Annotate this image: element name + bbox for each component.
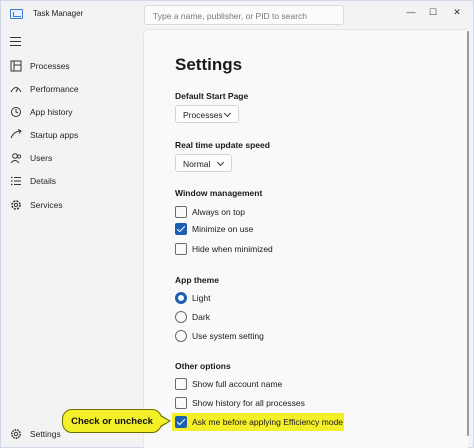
sidebar-item-processes[interactable]: Processes [1,55,143,77]
details-icon [11,176,21,186]
radio-label: Light [192,293,211,303]
radio-button[interactable] [175,292,187,304]
hamburger-menu-icon[interactable] [10,37,21,46]
dropdown-value: Processes [183,110,223,120]
default-start-page-label: Default Start Page [175,91,249,101]
checkbox-label: Show history for all processes [192,398,305,408]
checkbox[interactable] [175,416,187,428]
task-manager-icon [10,9,23,19]
callout-arrow-fill [160,416,169,426]
chevron-down-icon [216,158,225,167]
checkbox-label: Always on top [192,207,245,217]
sidebar-item-label: Settings [30,429,61,439]
sidebar-item-app-history[interactable]: App history [1,101,143,123]
app-history-icon [11,107,21,117]
startup-apps-icon [10,129,22,139]
sidebar-item-label: Processes [30,61,70,71]
sidebar-item-label: Users [30,153,53,163]
update-speed-dropdown[interactable]: Normal [175,154,232,172]
minimize-button[interactable]: — [401,5,421,19]
page-title: Settings [175,55,243,74]
radio-button[interactable] [175,330,187,342]
processes-icon [10,60,22,72]
checkbox-label: Minimize on use [192,224,254,234]
checkbox-label: Ask me before applying Efficiency mode [192,417,344,427]
gear-icon [11,429,21,439]
sidebar-item-performance[interactable]: Performance [1,78,143,100]
radio-label: Dark [192,312,210,322]
services-icon [11,200,21,210]
sidebar-item-services[interactable]: Services [1,194,143,216]
search-placeholder: Type a name, publisher, or PID to search [153,11,308,21]
sidebar-item-details[interactable]: Details [1,170,143,192]
radio-label: Use system setting [192,331,264,341]
checkbox-label: Show full account name [192,379,283,389]
window-management-label: Window management [175,188,263,198]
checkbox[interactable] [175,243,187,255]
checkbox[interactable] [175,206,187,218]
close-button[interactable]: ✕ [447,5,467,19]
dropdown-value: Normal [183,159,211,169]
update-speed-label: Real time update speed [175,140,270,150]
scrollbar-thumb[interactable] [467,31,469,436]
callout-bubble: Check or uncheck [62,409,162,433]
checkbox[interactable] [175,378,187,390]
sidebar-item-label: Performance [30,84,79,94]
app-title: Task Manager [33,9,84,18]
other-options-label: Other options [175,361,231,371]
sidebar-item-label: Details [30,176,56,186]
app-theme-label: App theme [175,275,219,285]
sidebar-item-label: Startup apps [30,130,79,140]
chevron-down-icon [223,109,232,118]
checkbox-label: Hide when minimized [192,244,273,254]
title-bar: Task Manager Type a name, publisher, or … [1,1,473,29]
checkbox[interactable] [175,397,187,409]
callout-text: Check or uncheck [71,416,153,427]
sidebar-item-users[interactable]: Users [1,147,143,169]
radio-button[interactable] [175,311,187,323]
sidebar: Processes Performance App history Startu… [1,29,143,448]
maximize-button[interactable]: ☐ [423,5,443,19]
checkbox[interactable] [175,223,187,235]
search-input[interactable]: Type a name, publisher, or PID to search [144,5,344,25]
sidebar-item-label: App history [30,107,73,117]
sidebar-item-startup-apps[interactable]: Startup apps [1,124,143,146]
performance-icon [10,87,22,93]
default-start-page-dropdown[interactable]: Processes [175,105,239,123]
sidebar-item-label: Services [30,200,63,210]
scrollbar[interactable] [467,31,470,441]
users-icon [10,153,22,164]
